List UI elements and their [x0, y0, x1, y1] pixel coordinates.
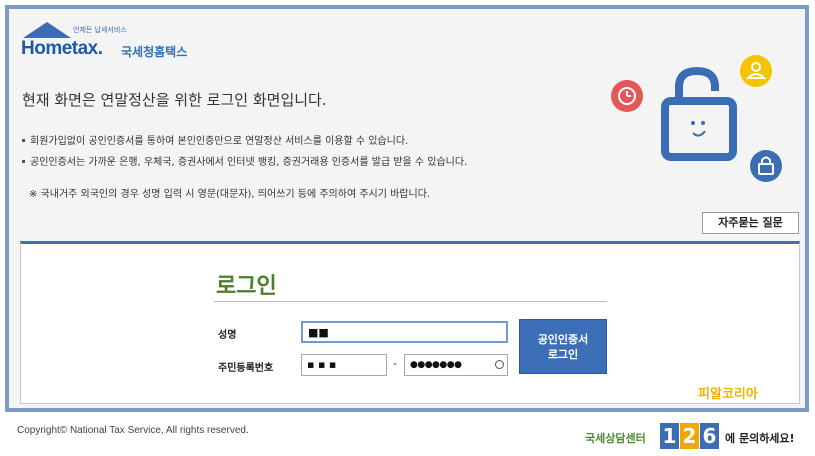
watermark-text: 피알코리아	[698, 387, 758, 402]
faq-button[interactable]: 자주묻는 질문	[702, 212, 799, 234]
home-logo-icon	[23, 22, 71, 38]
hometax-logo[interactable]: 언제든 납세서비스 Hometax. 국세청홈택스	[19, 22, 199, 62]
logo-brand: Hometax.	[21, 38, 103, 59]
rrn-front-input[interactable]: ▪ ▪ ▪	[301, 354, 387, 376]
bullet-item: 공인인증서는 가까운 은행, 우체국, 증권사에서 인터넷 뱅킹, 증권거래용 …	[22, 155, 467, 176]
rrn-separator: -	[393, 357, 397, 370]
name-input[interactable]: ■■	[301, 321, 508, 343]
name-label: 성명	[218, 330, 237, 341]
user-icon	[740, 55, 772, 87]
padlock-illustration	[611, 55, 782, 182]
rrn-back-input[interactable]: ●●●●●●●	[404, 354, 508, 376]
login-title: 로그인	[216, 274, 277, 299]
page-headline: 현재 화면은 연말정산을 위한 로그인 화면입니다.	[22, 91, 327, 109]
lock-icon	[750, 150, 782, 182]
bullet-dot-icon	[22, 159, 25, 163]
footer-copyright: Copyright© National Tax Service, All rig…	[17, 425, 249, 436]
call-suffix: 에 문의하세요!	[725, 432, 795, 445]
call-digit: 2	[680, 423, 699, 449]
info-bullets: 회원가입없이 공인인증서를 통하여 본인인증만으로 연말정산 서비스를 이용할 …	[22, 134, 467, 176]
logo-tagline: 언제든 납세서비스	[73, 26, 127, 34]
bullet-dot-icon	[22, 138, 25, 142]
rrn-label: 주민등록번호	[218, 363, 274, 374]
padlock-icon	[661, 66, 737, 161]
clock-icon	[611, 80, 643, 112]
bullet-text: 공인인증서는 가까운 은행, 우체국, 증권사에서 인터넷 뱅킹, 증권거래용 …	[30, 157, 468, 168]
bullet-text: 회원가입없이 공인인증서를 통하여 본인인증만으로 연말정산 서비스를 이용할 …	[30, 136, 409, 147]
call-number: 126	[660, 423, 720, 451]
login-divider	[214, 301, 607, 302]
foreigner-note: ※ 국내거주 외국인의 경우 성명 입력 시 영문(대문자), 띄어쓰기 등에 …	[29, 189, 431, 200]
bullet-item: 회원가입없이 공인인증서를 통하여 본인인증만으로 연말정산 서비스를 이용할 …	[22, 134, 467, 155]
main-frame: 언제든 납세서비스 Hometax. 국세청홈택스 현재 화면은 연말정산을 위…	[5, 5, 809, 412]
login-panel: 로그인 성명 ■■ 주민등록번호 ▪ ▪ ▪ - ●●●●●●● 공인인증서 로…	[20, 241, 800, 404]
rrn-back-value: ●●●●●●●	[410, 360, 462, 370]
eye-icon[interactable]	[495, 360, 504, 369]
cert-button-line1: 공인인증서	[537, 333, 589, 346]
cert-button-line2: 로그인	[547, 348, 579, 361]
logo-korean: 국세청홈택스	[121, 45, 188, 59]
cert-login-button[interactable]: 공인인증서 로그인	[519, 319, 607, 374]
call-digit: 1	[660, 423, 679, 449]
call-digit: 6	[700, 423, 719, 449]
call-prefix: 국세상담센터	[585, 432, 646, 445]
